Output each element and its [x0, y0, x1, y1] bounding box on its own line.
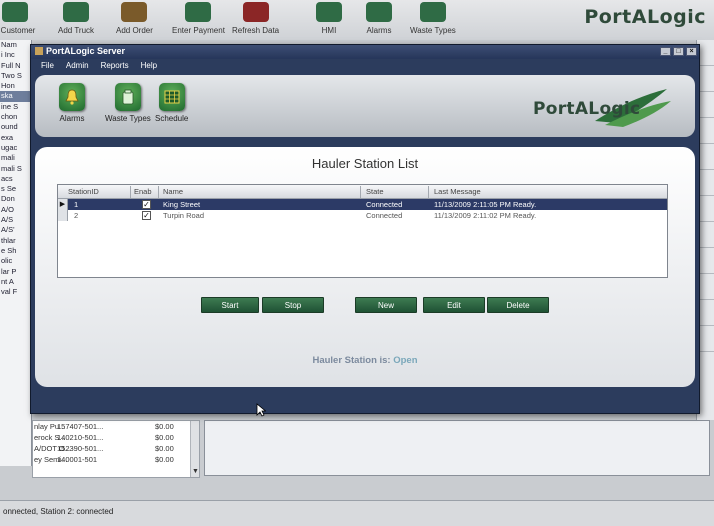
detail-panel	[204, 420, 710, 476]
maximize-button[interactable]: □	[673, 47, 684, 56]
portalogic-server-window: PortALogic Server _ □ × File Admin Repor…	[30, 44, 700, 414]
list-item[interactable]: lar P	[0, 267, 31, 277]
status-value: Open	[393, 355, 418, 366]
list-item[interactable]: val F	[0, 287, 31, 297]
mouse-cursor-icon	[256, 403, 266, 417]
table-row[interactable]: 2 ✓ Turpin Road Connected 11/13/2009 2:1…	[58, 210, 667, 221]
list-item[interactable]: mali	[0, 153, 31, 163]
menu-bar: File Admin Reports Help	[31, 59, 699, 73]
delete-button[interactable]: Delete	[487, 297, 549, 313]
table-scrollbar[interactable]: ▼	[190, 421, 199, 477]
alarms-tool[interactable]: Alarms	[366, 0, 392, 40]
list-item[interactable]: Full N	[0, 61, 31, 71]
background-toolbar: d Customer Add Truck Add Order Enter Pay…	[0, 0, 714, 40]
list-item[interactable]: exa	[0, 133, 31, 143]
customer-table: nlay Pu... 157407-501... $0.00 erock S... 1…	[32, 420, 200, 478]
status-label: Hauler Station is:	[312, 355, 391, 366]
list-item[interactable]: ugac	[0, 143, 31, 153]
table-row[interactable]: A/DOT O... 152390-501... $0.00	[33, 443, 199, 454]
enter-payment-tool[interactable]: Enter Payment	[172, 0, 225, 40]
refresh-data-tool[interactable]: Refresh Data	[232, 0, 279, 40]
row-selector-icon[interactable]: ▶	[58, 199, 68, 210]
list-item[interactable]: nt A	[0, 277, 31, 287]
grid-header: StationID Enab Name State Last Message	[58, 185, 667, 199]
waste-types-tool[interactable]: Waste Types	[410, 0, 456, 40]
portalogic-logo: PortALogic	[525, 87, 675, 129]
list-item[interactable]: ska	[0, 91, 31, 102]
list-item[interactable]: Don	[0, 194, 31, 204]
hauler-station-status: Hauler Station is: Open	[35, 355, 695, 366]
col-state[interactable]: State	[366, 187, 384, 196]
table-row[interactable]: erock S... 140210-501... $0.00	[33, 432, 199, 443]
alarms-button[interactable]: Alarms	[59, 83, 85, 123]
col-name[interactable]: Name	[163, 187, 183, 196]
edit-button[interactable]: Edit	[423, 297, 485, 313]
list-item[interactable]: i Inc	[0, 50, 31, 60]
table-row[interactable]: ey Semi... 140001-501 $0.00	[33, 454, 199, 465]
list-item[interactable]: Nam	[0, 40, 31, 50]
col-last-message[interactable]: Last Message	[434, 187, 481, 196]
list-item[interactable]: olic	[0, 256, 31, 266]
waste-types-button[interactable]: Waste Types	[105, 83, 151, 123]
close-button[interactable]: ×	[686, 47, 697, 56]
payment-icon	[185, 2, 212, 22]
window-title: PortALogic Server	[46, 46, 126, 56]
hmi-icon	[316, 2, 342, 22]
menu-admin[interactable]: Admin	[66, 61, 89, 73]
hmi-tool[interactable]: HMI	[316, 0, 342, 40]
waste-types-icon	[419, 2, 446, 22]
list-item[interactable]: A/O	[0, 205, 31, 215]
menu-reports[interactable]: Reports	[101, 61, 129, 73]
station-grid: StationID Enab Name State Last Message ▶…	[57, 184, 668, 278]
app-icon	[35, 47, 43, 55]
background-logo: PortALogic	[584, 6, 706, 28]
window-title-bar[interactable]: PortALogic Server _ □ ×	[31, 45, 699, 59]
menu-help[interactable]: Help	[141, 61, 157, 73]
menu-file[interactable]: File	[41, 61, 54, 73]
list-item[interactable]: ound	[0, 122, 31, 132]
table-row[interactable]: ▶ 1 ✓ King Street Connected 11/13/2009 2…	[58, 199, 667, 210]
enabled-checkbox[interactable]: ✓	[142, 211, 151, 220]
minimize-button[interactable]: _	[660, 47, 671, 56]
list-item[interactable]: Two S	[0, 71, 31, 81]
bell-icon	[59, 83, 85, 111]
add-customer-icon	[1, 2, 28, 22]
order-icon	[121, 2, 148, 22]
stop-button[interactable]: Stop	[262, 297, 324, 313]
list-item[interactable]: ine S	[0, 102, 31, 112]
list-item[interactable]: acs	[0, 174, 31, 184]
window-toolbar: Alarms Waste Types Schedule PortALogic	[35, 75, 695, 137]
col-enabled[interactable]: Enab	[134, 187, 152, 196]
add-truck-tool[interactable]: Add Truck	[58, 0, 94, 40]
list-item[interactable]: A/S	[0, 215, 31, 225]
list-item[interactable]: Hon	[0, 81, 31, 91]
hauler-station-panel: Hauler Station List StationID Enab Name …	[35, 147, 695, 387]
list-item[interactable]: chon	[0, 112, 31, 122]
add-order-tool[interactable]: Add Order	[116, 0, 153, 40]
list-item[interactable]: mali S	[0, 164, 31, 174]
list-item[interactable]: e Sh	[0, 246, 31, 256]
schedule-button[interactable]: Schedule	[155, 83, 188, 123]
start-button[interactable]: Start	[201, 297, 259, 313]
list-item[interactable]: thlar	[0, 236, 31, 246]
new-button[interactable]: New	[355, 297, 417, 313]
panel-title: Hauler Station List	[311, 156, 419, 171]
col-station-id[interactable]: StationID	[68, 187, 99, 196]
scroll-down-icon[interactable]: ▼	[192, 468, 199, 475]
list-item[interactable]: A/S'	[0, 225, 31, 235]
customer-list[interactable]: Nam i Inc Full N Two S Hon ska ine Schon ound ex…	[0, 40, 32, 466]
enabled-checkbox[interactable]: ✓	[142, 200, 151, 209]
waste-types-icon	[114, 83, 141, 111]
truck-icon	[63, 2, 89, 22]
list-item[interactable]: s Se	[0, 184, 31, 194]
calendar-icon	[158, 83, 185, 111]
bell-icon	[366, 2, 392, 22]
table-row[interactable]: nlay Pu... 157407-501... $0.00	[33, 421, 199, 432]
refresh-icon	[242, 2, 269, 22]
status-bar: onnected, Station 2: connected	[0, 500, 714, 526]
add-customer-tool[interactable]: d Customer	[0, 0, 35, 40]
row-selector[interactable]	[58, 210, 68, 221]
